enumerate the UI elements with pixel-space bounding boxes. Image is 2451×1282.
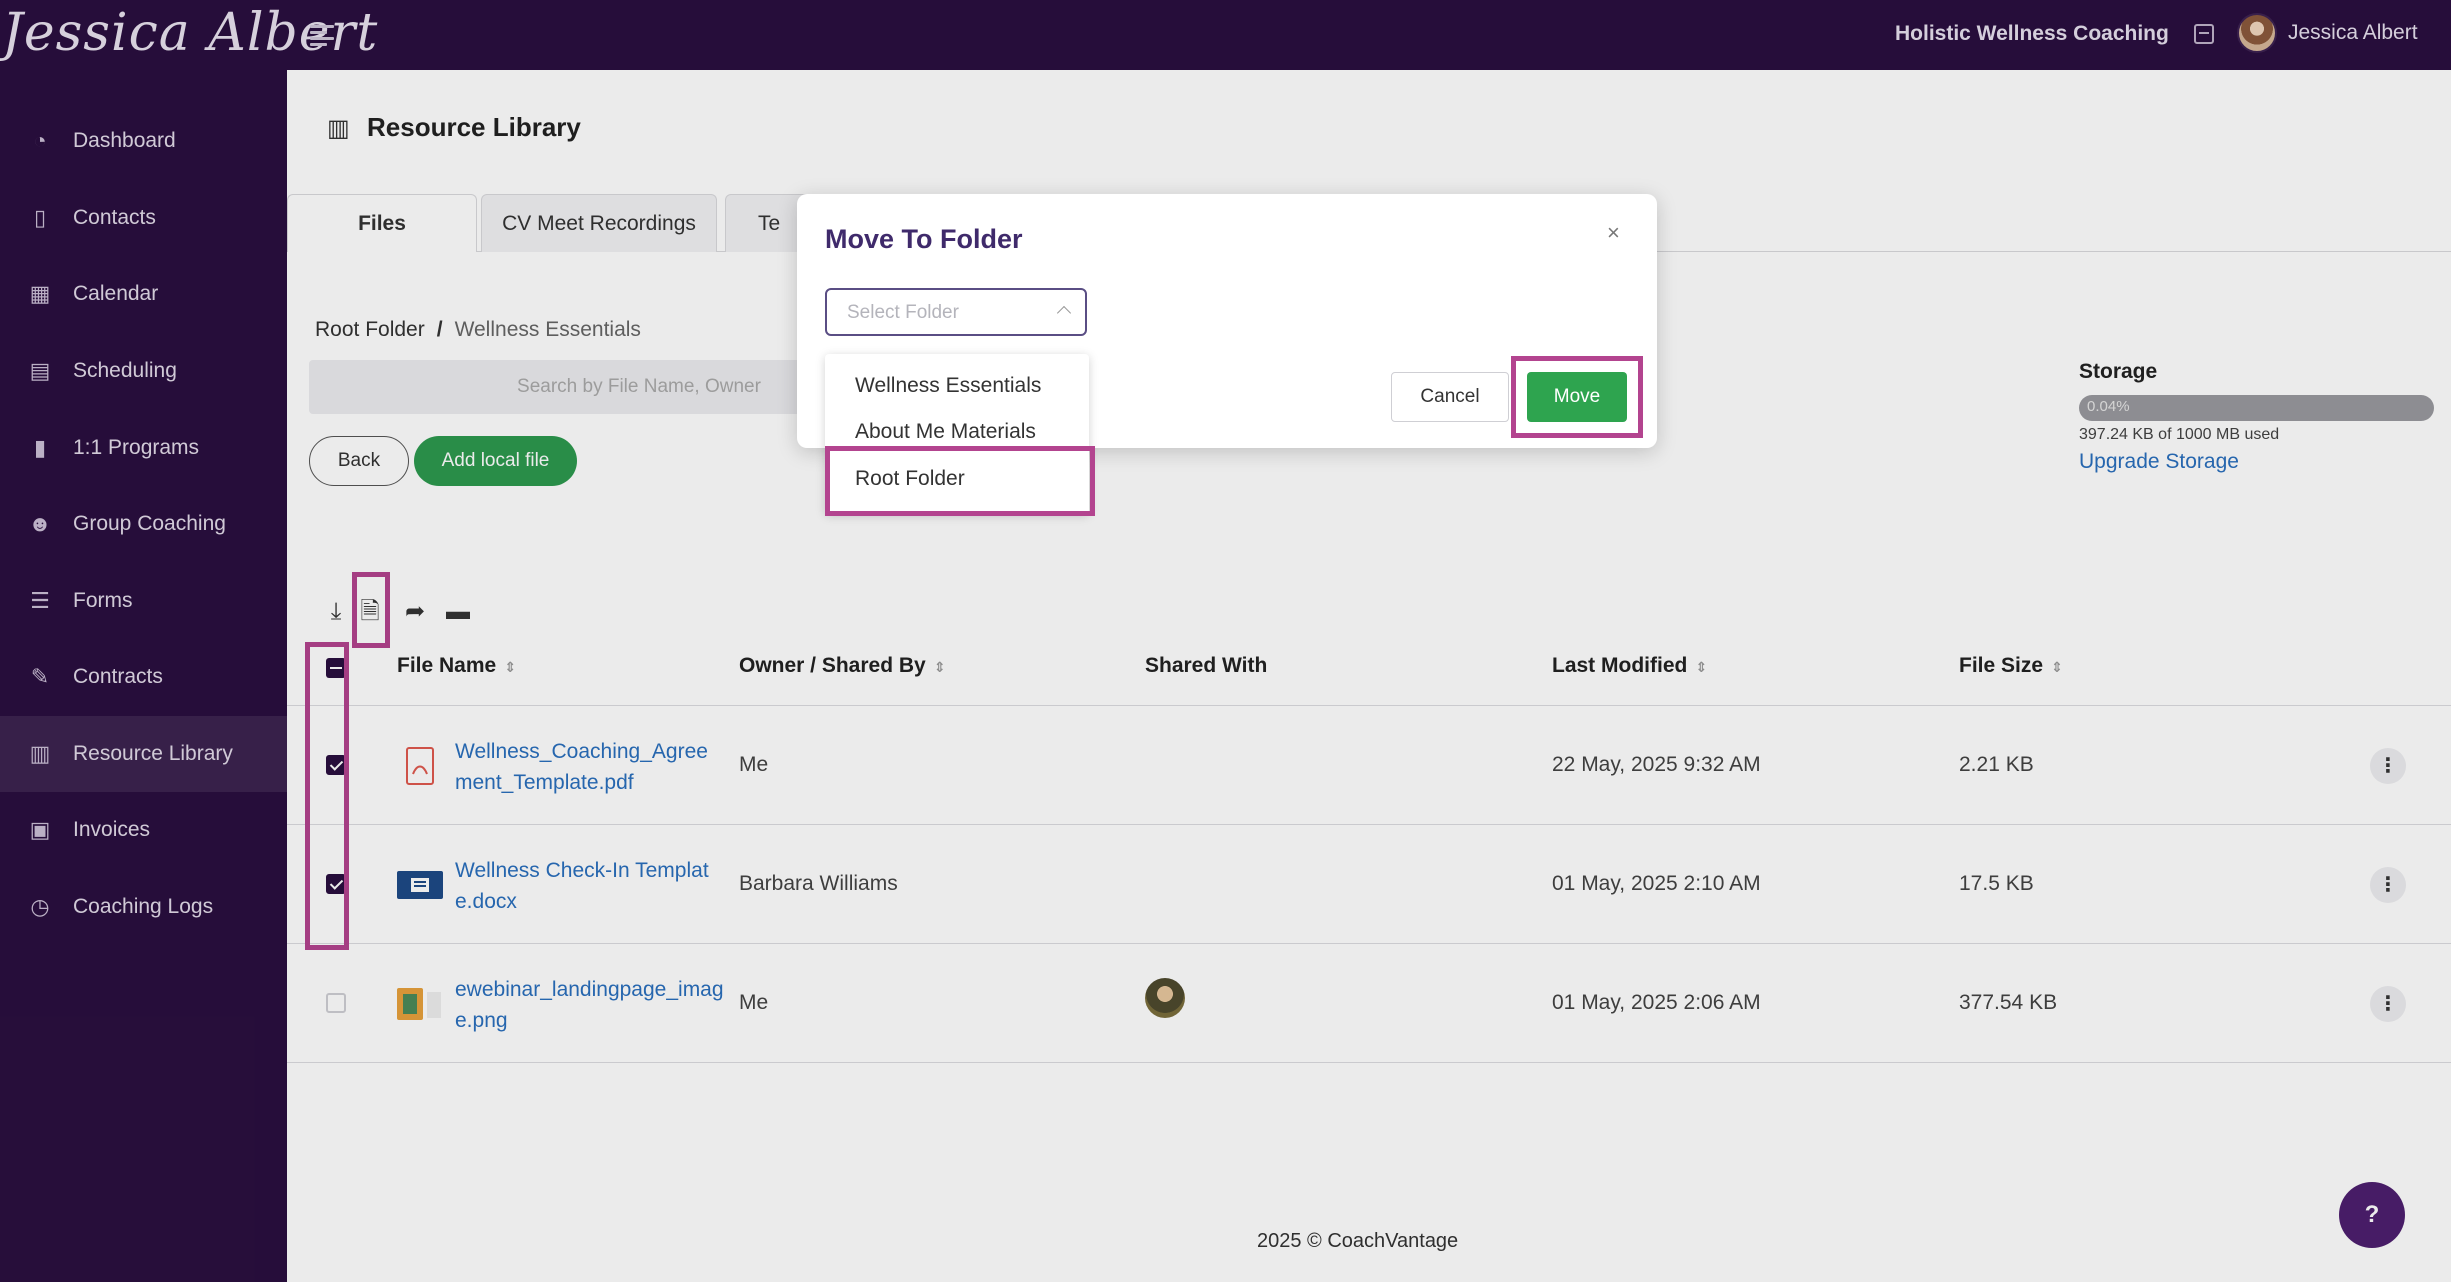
modal-backdrop[interactable] [0, 0, 2451, 1282]
modal-title: Move To Folder [825, 224, 1023, 254]
folder-option[interactable]: Wellness Essentials [855, 374, 1041, 398]
cancel-button[interactable]: Cancel [1391, 372, 1509, 422]
move-button-highlight [1511, 356, 1643, 438]
close-icon[interactable]: × [1607, 220, 1620, 246]
chevron-up-icon [1056, 305, 1072, 321]
root-folder-highlight [825, 446, 1095, 516]
folder-select[interactable]: Select Folder [825, 288, 1087, 336]
select-placeholder: Select Folder [847, 302, 959, 323]
folder-option[interactable]: About Me Materials [855, 420, 1036, 444]
